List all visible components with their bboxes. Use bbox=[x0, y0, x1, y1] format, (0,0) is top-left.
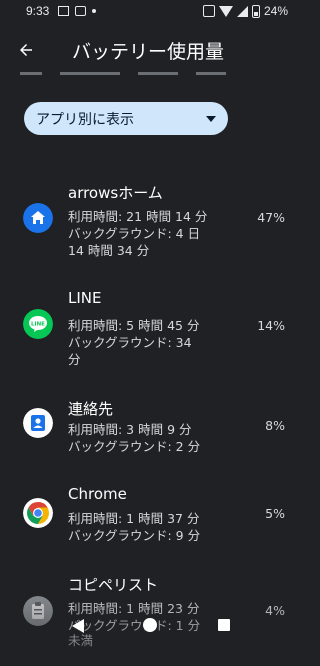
nav-back-button[interactable] bbox=[72, 619, 84, 633]
background-time: バックグラウンド: 34 bbox=[68, 335, 192, 350]
system-icons: 24% bbox=[202, 4, 288, 18]
nav-home-button[interactable] bbox=[143, 618, 157, 632]
more-notifications-icon bbox=[92, 9, 96, 13]
battery-percent-value: 5% bbox=[265, 506, 285, 521]
page-title: バッテリー使用量 bbox=[72, 41, 225, 63]
dropdown-selected-label: アプリ別に表示 bbox=[36, 111, 134, 128]
vibrate-icon bbox=[202, 5, 215, 17]
background-time: バックグラウンド: 2 分 bbox=[68, 439, 201, 454]
app-name: arrowsホーム bbox=[68, 184, 163, 202]
app-item-line[interactable]: LINE LINE 利用時間: 5 時間 45 分 バックグラウンド: 34 分… bbox=[0, 281, 300, 377]
battery-percent-value: 14% bbox=[257, 318, 285, 333]
app-name: 連絡先 bbox=[68, 400, 114, 418]
cell-signal-icon bbox=[236, 5, 248, 17]
scrolled-content-edge bbox=[20, 72, 280, 78]
background-time: バックグラウンド: 9 分 bbox=[68, 528, 201, 543]
status-time: 9:33 bbox=[26, 4, 50, 18]
navigation-bar bbox=[0, 602, 300, 650]
app-bar: バッテリー使用量 bbox=[0, 26, 300, 74]
arrow-back-icon bbox=[20, 44, 32, 56]
sync-notification-icon bbox=[75, 6, 86, 16]
battery-percent-value: 47% bbox=[257, 210, 285, 225]
svg-text:LINE: LINE bbox=[31, 322, 45, 328]
notification-icons bbox=[58, 6, 96, 16]
app-item-arrows-home[interactable]: arrowsホーム 利用時間: 21 時間 14 分 バックグラウンド: 4 日… bbox=[0, 170, 300, 266]
background-time-continued: 14 時間 34 分 bbox=[68, 243, 150, 258]
app-item-contacts[interactable]: 連絡先 利用時間: 3 時間 9 分 バックグラウンド: 2 分 8% bbox=[0, 392, 300, 488]
image-notification-icon bbox=[58, 6, 69, 16]
status-bar: 9:33 24% bbox=[0, 0, 300, 26]
battery-percent: 24% bbox=[263, 4, 288, 18]
app-name: Chrome bbox=[68, 485, 127, 503]
app-name: コピペリスト bbox=[68, 576, 159, 594]
wifi-icon bbox=[218, 5, 233, 17]
contacts-icon bbox=[23, 408, 53, 438]
back-button[interactable] bbox=[14, 38, 38, 62]
battery-percent-value: 8% bbox=[265, 418, 285, 433]
dropdown-arrow-icon bbox=[206, 115, 216, 122]
chrome-icon bbox=[23, 498, 53, 528]
app-name: LINE bbox=[68, 289, 102, 307]
nav-recents-button[interactable] bbox=[218, 619, 230, 631]
background-time-continued: 分 bbox=[68, 352, 81, 367]
view-mode-dropdown[interactable]: アプリ別に表示 bbox=[24, 102, 228, 135]
app-item-chrome[interactable]: Chrome 利用時間: 1 時間 37 分 バックグラウンド: 9 分 5% bbox=[0, 484, 300, 580]
home-icon bbox=[23, 203, 53, 233]
battery-icon bbox=[251, 4, 260, 18]
line-icon: LINE bbox=[23, 309, 53, 339]
